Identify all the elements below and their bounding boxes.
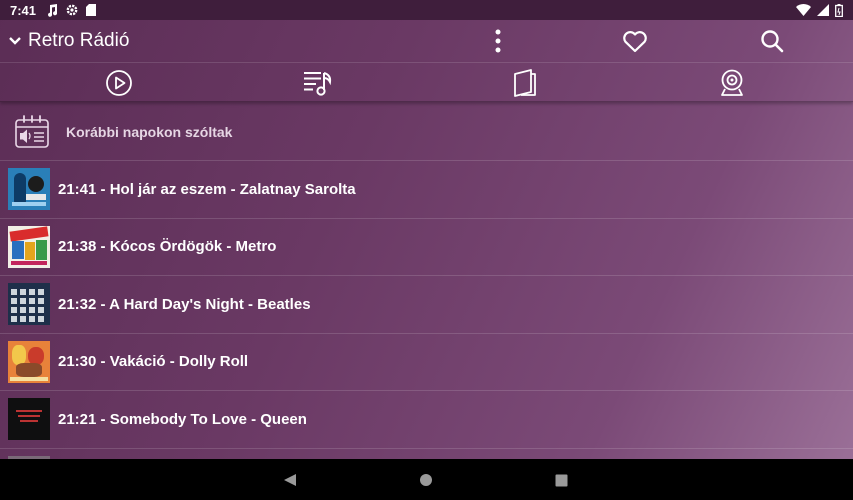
history-row[interactable]: 21:32 - A Hard Day's Night - Beatles [0, 276, 853, 334]
history-section-label: Korábbi napokon szóltak [66, 124, 233, 140]
song-entry-text: 21:38 - Kócos Ördögök - Metro [58, 238, 277, 256]
album-cover-image [8, 225, 50, 268]
search-button[interactable] [750, 20, 794, 62]
station-dropdown[interactable]: Retro Rádió [0, 20, 129, 62]
nav-home-button[interactable] [406, 465, 446, 495]
favorite-button[interactable] [613, 20, 657, 62]
history-row-partial[interactable] [0, 449, 853, 459]
song-entry-text: 21:41 - Hol jár az eszem - Zalatnay Saro… [58, 180, 356, 198]
book-icon [514, 69, 536, 97]
nav-back-button[interactable] [270, 465, 310, 495]
song-entry-text: 21:21 - Somebody To Love - Queen [58, 410, 307, 428]
play-circle-icon [106, 70, 132, 96]
history-row[interactable]: 21:21 - Somebody To Love - Queen [0, 391, 853, 449]
system-nav-bar [0, 459, 853, 500]
album-cover-image [8, 168, 50, 211]
song-entry-text: 21:32 - A Hard Day's Night - Beatles [58, 295, 311, 313]
history-list: Korábbi napokon szóltak 21:41 - Hol jár … [0, 104, 853, 459]
wifi-icon [796, 4, 811, 16]
calendar-sound-icon [15, 115, 49, 148]
history-row[interactable]: 21:38 - Kócos Ördögök - Metro [0, 219, 853, 276]
music-note-icon [48, 3, 58, 17]
app-bar: Retro Rádió [0, 20, 853, 62]
chevron-down-icon [9, 37, 21, 45]
tab-book[interactable] [470, 63, 580, 103]
gear-icon [66, 4, 78, 16]
more-options-button[interactable] [476, 20, 520, 62]
webcam-icon [721, 69, 743, 96]
search-icon [761, 30, 784, 53]
tab-play[interactable] [64, 63, 174, 103]
sd-card-icon [86, 4, 97, 16]
history-row[interactable]: 21:41 - Hol jár az eszem - Zalatnay Saro… [0, 161, 853, 219]
heart-icon [623, 30, 647, 52]
tab-playlist[interactable] [263, 63, 373, 103]
signal-icon [817, 4, 829, 16]
nav-recents-button[interactable] [541, 465, 581, 495]
status-time: 7:41 [10, 2, 37, 18]
song-entry-text: 21:30 - Vakáció - Dolly Roll [58, 353, 249, 371]
album-cover-image [8, 340, 50, 383]
more-vert-icon [495, 29, 501, 53]
tab-webcam[interactable] [677, 63, 787, 103]
recents-icon [555, 474, 567, 486]
history-row[interactable]: 21:30 - Vakáció - Dolly Roll [0, 334, 853, 391]
tab-bar [0, 62, 853, 102]
album-cover-image [8, 398, 50, 441]
playlist-music-icon [304, 72, 332, 96]
battery-icon [835, 3, 843, 17]
album-cover-image [8, 283, 50, 326]
status-bar: 7:41 [0, 0, 853, 20]
history-section-header: Korábbi napokon szóltak [0, 104, 853, 161]
home-icon [420, 474, 432, 486]
station-name: Retro Rádió [28, 30, 130, 51]
app-screen: 7:41 Retro Rádió Korábbi napokon szóltak… [0, 0, 853, 459]
back-icon [284, 474, 296, 486]
